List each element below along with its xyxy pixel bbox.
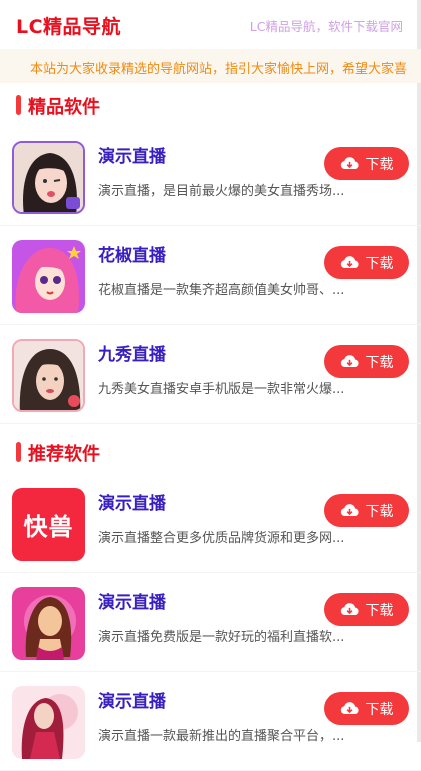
app-item[interactable]: 演示直播 演示直播免费版是一款好玩的福利直播软... 下载: [0, 573, 421, 672]
illustrated-woman-icon[interactable]: [12, 587, 85, 660]
section-title-featured: 精品软件: [0, 83, 421, 127]
header: LC精品导航 LC精品导航，软件下载官网: [0, 0, 421, 46]
cloud-download-icon: [340, 603, 359, 616]
cloud-download-icon: [340, 355, 359, 368]
app-item[interactable]: 快兽 演示直播 演示直播整合更多优质品牌货源和更多网... 下载: [0, 474, 421, 573]
download-button[interactable]: 下载: [324, 494, 409, 527]
app-name[interactable]: 演示直播: [98, 588, 166, 613]
download-button[interactable]: 下载: [324, 345, 409, 378]
section-marker: [16, 442, 21, 462]
app-item[interactable]: 九秀直播 九秀美女直播安卓手机版是一款非常火爆... 下载: [0, 325, 421, 424]
section-title-recommended: 推荐软件: [0, 430, 421, 474]
notice-text: 本站为大家收录精选的导航网站，指引大家愉快上网，希望大家喜: [30, 62, 408, 77]
anime-girl-icon[interactable]: [12, 240, 85, 313]
download-label: 下载: [365, 255, 394, 272]
app-name[interactable]: 演示直播: [98, 489, 166, 514]
download-label: 下载: [365, 701, 394, 718]
download-button[interactable]: 下载: [324, 593, 409, 626]
download-button[interactable]: 下载: [324, 147, 409, 180]
app-desc: 演示直播，是目前最火爆的美女直播秀场...: [98, 184, 345, 199]
cloud-download-icon: [340, 702, 359, 715]
app-desc: 演示直播整合更多优质品牌货源和更多网...: [98, 531, 345, 546]
girl-portrait-icon[interactable]: [12, 141, 85, 214]
site-subtitle: LC精品导航，软件下载官网: [249, 19, 403, 34]
site-logo[interactable]: LC精品导航: [16, 12, 121, 39]
app-name[interactable]: 花椒直播: [98, 241, 166, 266]
download-button[interactable]: 下载: [324, 692, 409, 725]
cloud-download-icon: [340, 504, 359, 517]
app-item[interactable]: 演示直播 演示直播一款最新推出的直播聚合平台，... 下载: [0, 672, 421, 771]
section-title-text: 推荐软件: [28, 444, 100, 465]
kuaishou-logo-text: 快兽: [23, 513, 74, 541]
app-name[interactable]: 演示直播: [98, 142, 166, 167]
cloud-download-icon: [340, 157, 359, 170]
section-title-text: 精品软件: [28, 97, 100, 118]
notice-bar: 本站为大家收录精选的导航网站，指引大家愉快上网，希望大家喜: [0, 49, 421, 83]
download-label: 下载: [365, 156, 394, 173]
kuaishou-logo-icon[interactable]: 快兽: [12, 488, 85, 561]
cloud-download-icon: [340, 256, 359, 269]
app-desc: 九秀美女直播安卓手机版是一款非常火爆...: [98, 382, 345, 397]
app-desc: 演示直播免费版是一款好玩的福利直播软...: [98, 630, 345, 645]
app-name[interactable]: 演示直播: [98, 687, 166, 712]
app-desc: 花椒直播是一款集齐超高颜值美女帅哥、...: [98, 283, 345, 298]
app-desc: 演示直播一款最新推出的直播聚合平台，...: [98, 729, 345, 744]
section-marker: [16, 95, 21, 115]
app-item[interactable]: 花椒直播 花椒直播是一款集齐超高颜值美女帅哥、... 下载: [0, 226, 421, 325]
fashion-woman-icon[interactable]: [12, 686, 85, 759]
download-button[interactable]: 下载: [324, 246, 409, 279]
download-label: 下载: [365, 503, 394, 520]
download-label: 下载: [365, 354, 394, 371]
woman-portrait-icon[interactable]: [12, 339, 85, 412]
app-name[interactable]: 九秀直播: [98, 340, 166, 365]
download-label: 下载: [365, 602, 394, 619]
app-item[interactable]: 演示直播 演示直播，是目前最火爆的美女直播秀场... 下载: [0, 127, 421, 226]
